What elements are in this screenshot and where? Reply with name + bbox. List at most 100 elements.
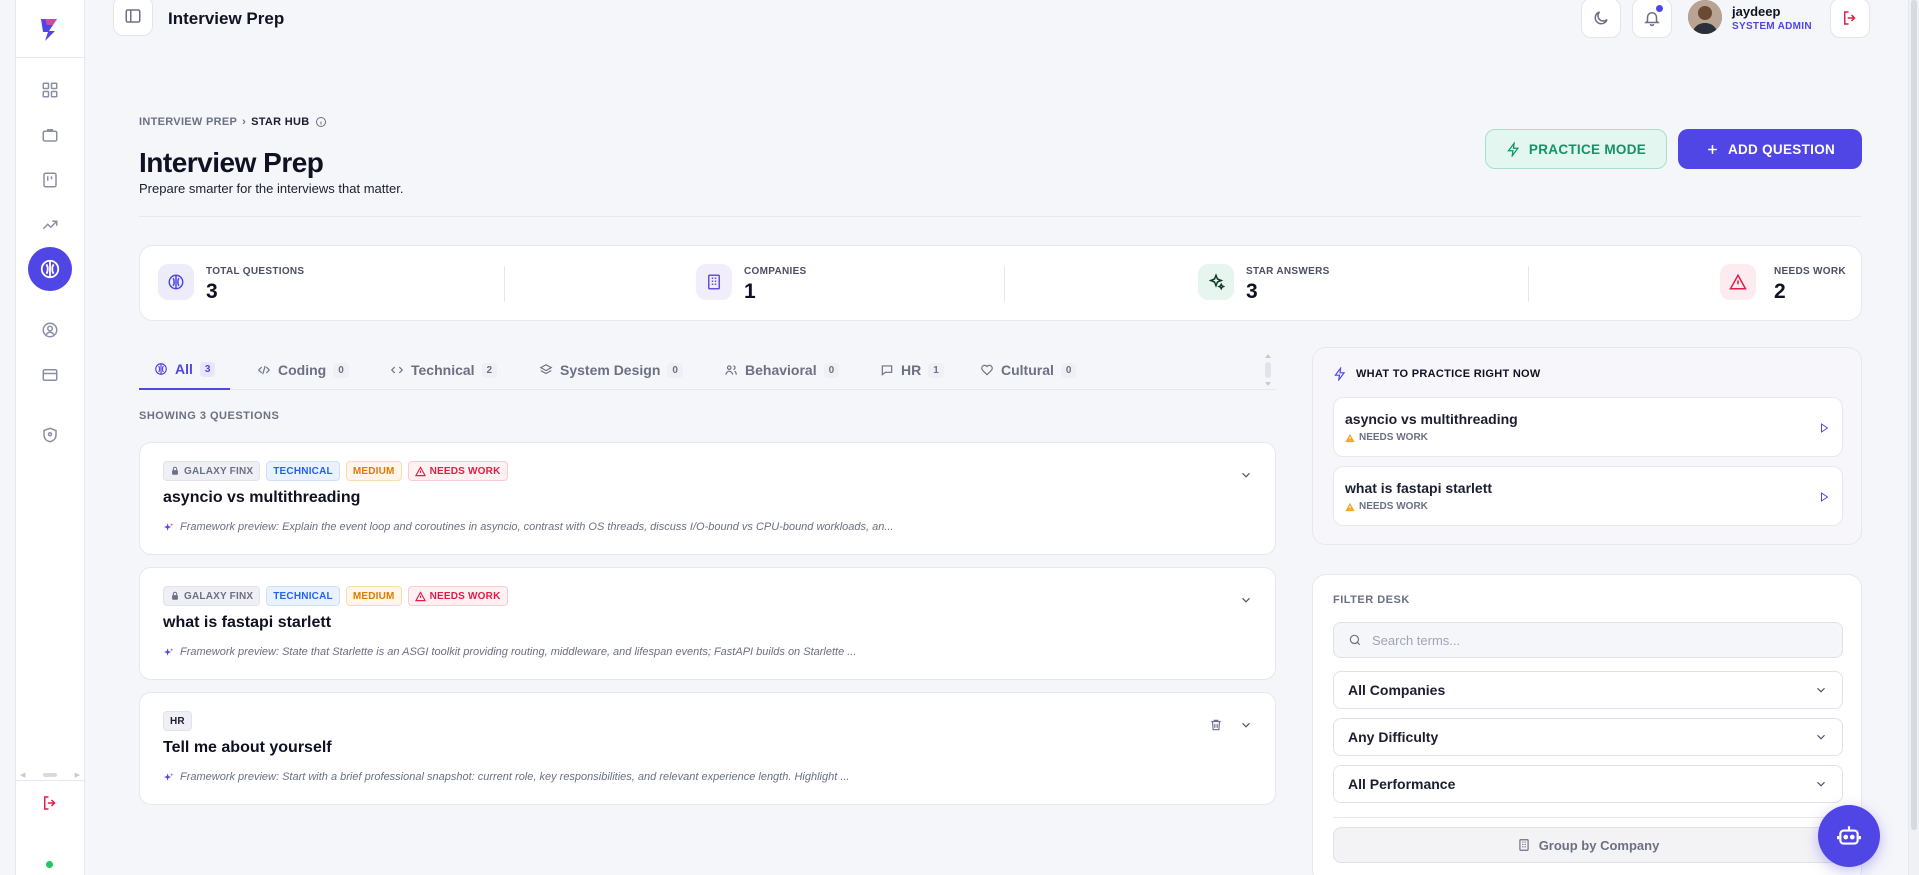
tab-behavioral[interactable]: Behavioral 0 bbox=[724, 350, 840, 390]
tabs-scroll-indicator[interactable] bbox=[1263, 352, 1273, 388]
difficulty-select-value: Any Difficulty bbox=[1348, 729, 1439, 745]
message-icon bbox=[881, 365, 893, 376]
question-title: asyncio vs multithreading bbox=[163, 489, 361, 506]
nav-jobs[interactable] bbox=[16, 115, 84, 155]
search-input-wrapper[interactable] bbox=[1333, 622, 1843, 658]
warning-icon bbox=[1345, 502, 1355, 511]
topbar-logout-button[interactable] bbox=[1830, 0, 1870, 38]
question-title: what is fastapi starlett bbox=[163, 614, 332, 631]
results-count: SHOWING 3 QUESTIONS bbox=[139, 410, 280, 422]
tab-label: Technical bbox=[411, 362, 475, 378]
tab-count: 0 bbox=[667, 362, 683, 378]
building-icon bbox=[708, 274, 720, 290]
breadcrumb: INTERVIEW PREP › STAR HUB bbox=[139, 116, 327, 128]
app-logo[interactable] bbox=[16, 0, 84, 58]
type-tag: TECHNICAL bbox=[266, 586, 340, 606]
theme-toggle-button[interactable] bbox=[1581, 0, 1621, 38]
warning-icon bbox=[414, 465, 426, 476]
tab-label: Behavioral bbox=[745, 362, 817, 378]
header-divider bbox=[139, 216, 1861, 217]
warning-icon bbox=[1345, 433, 1355, 442]
question-card[interactable]: HR Tell me about yourself Framework prev… bbox=[139, 692, 1276, 805]
tab-coding[interactable]: Coding 0 bbox=[257, 350, 349, 390]
logout-icon bbox=[44, 796, 56, 810]
nav-security[interactable] bbox=[16, 415, 84, 455]
question-tags: GALAXY FINX TECHNICAL MEDIUM NEEDS WORK bbox=[163, 586, 508, 606]
type-tag: TECHNICAL bbox=[266, 461, 340, 481]
tab-system-design[interactable]: System Design 0 bbox=[539, 350, 683, 390]
notifications-button[interactable] bbox=[1632, 0, 1672, 38]
tab-label: System Design bbox=[560, 362, 661, 378]
moon-icon bbox=[1594, 11, 1608, 25]
expand-button[interactable] bbox=[1239, 468, 1253, 482]
notification-dot bbox=[1656, 5, 1663, 12]
toggle-sidebar-button[interactable] bbox=[113, 0, 153, 36]
nav-analytics[interactable] bbox=[16, 205, 84, 245]
practice-item-title: asyncio vs multithreading bbox=[1345, 411, 1518, 427]
assistant-button[interactable] bbox=[1818, 805, 1880, 867]
tab-count: 0 bbox=[1060, 362, 1077, 378]
company-select[interactable]: All Companies bbox=[1333, 671, 1843, 709]
status-badge: NEEDS WORK bbox=[407, 586, 508, 606]
difficulty-select[interactable]: Any Difficulty bbox=[1333, 718, 1843, 756]
nav-interview-prep[interactable] bbox=[16, 247, 84, 291]
bolt-icon bbox=[1507, 141, 1520, 157]
add-question-label: ADD QUESTION bbox=[1727, 141, 1836, 157]
question-card[interactable]: GALAXY FINX TECHNICAL MEDIUM NEEDS WORK … bbox=[139, 442, 1276, 555]
tab-count: 2 bbox=[481, 362, 498, 378]
tab-hr[interactable]: HR 1 bbox=[880, 350, 944, 390]
play-icon bbox=[1821, 492, 1829, 502]
stat-needs-work: NEEDS WORK 2 bbox=[1720, 264, 1846, 304]
practice-item[interactable]: asyncio vs multithreading NEEDS WORK bbox=[1333, 397, 1843, 457]
company-tag: GALAXY FINX bbox=[163, 461, 261, 481]
stat-star-answers: STAR ANSWERS 3 bbox=[1198, 264, 1330, 304]
practice-mode-button[interactable]: PRACTICE MODE bbox=[1485, 129, 1667, 169]
stat-value: 2 bbox=[1774, 280, 1786, 303]
nav-billing[interactable] bbox=[16, 355, 84, 395]
avatar-image bbox=[1688, 0, 1722, 34]
performance-select-value: All Performance bbox=[1348, 776, 1456, 792]
expand-button[interactable] bbox=[1239, 718, 1253, 732]
start-practice-button[interactable] bbox=[1818, 422, 1830, 434]
group-by-company-button[interactable]: Group by Company bbox=[1333, 827, 1843, 863]
nav-profile[interactable] bbox=[16, 310, 84, 350]
sidebar-scrollbar[interactable]: ◀ ▶ bbox=[20, 771, 80, 779]
nav-dashboard[interactable] bbox=[16, 70, 84, 110]
tab-label: All bbox=[175, 361, 193, 377]
logout-icon bbox=[1844, 11, 1856, 25]
nav-board[interactable] bbox=[16, 160, 84, 200]
performance-select[interactable]: All Performance bbox=[1333, 765, 1843, 803]
filter-desk-panel: FILTER DESK All Companies Any Difficulty… bbox=[1312, 574, 1862, 875]
status-badge: NEEDS WORK bbox=[407, 461, 508, 481]
page-scrollbar[interactable] bbox=[1908, 0, 1919, 875]
lock-icon bbox=[172, 591, 178, 600]
expand-button[interactable] bbox=[1239, 593, 1253, 607]
tab-cultural[interactable]: Cultural 0 bbox=[980, 350, 1077, 390]
practice-item[interactable]: what is fastapi starlett NEEDS WORK bbox=[1333, 466, 1843, 526]
practice-now-header: WHAT TO PRACTICE RIGHT NOW bbox=[1333, 367, 1541, 381]
plus-icon bbox=[1708, 144, 1717, 154]
stat-label: STAR ANSWERS bbox=[1246, 266, 1330, 277]
question-tags: HR bbox=[163, 711, 192, 731]
page-scrollbar-thumb[interactable] bbox=[1911, 0, 1917, 830]
start-practice-button[interactable] bbox=[1818, 491, 1830, 503]
delete-button[interactable] bbox=[1209, 718, 1223, 732]
search-input[interactable] bbox=[1372, 632, 1812, 648]
practice-now-title: WHAT TO PRACTICE RIGHT NOW bbox=[1356, 368, 1541, 380]
logout-button[interactable] bbox=[16, 794, 84, 812]
tab-all[interactable]: All 3 bbox=[139, 350, 231, 390]
info-icon[interactable] bbox=[315, 116, 327, 128]
tab-technical[interactable]: Technical 2 bbox=[390, 350, 498, 390]
question-card[interactable]: GALAXY FINX TECHNICAL MEDIUM NEEDS WORK … bbox=[139, 567, 1276, 680]
breadcrumb-separator: › bbox=[242, 116, 247, 128]
difficulty-tag: MEDIUM bbox=[345, 586, 402, 606]
breadcrumb-parent[interactable]: INTERVIEW PREP bbox=[139, 116, 237, 128]
avatar[interactable] bbox=[1688, 0, 1722, 34]
logo-icon bbox=[41, 18, 57, 41]
user-name: jaydeep bbox=[1732, 4, 1781, 19]
stat-label: NEEDS WORK bbox=[1774, 266, 1846, 277]
add-question-button[interactable]: ADD QUESTION bbox=[1678, 129, 1862, 169]
practice-mode-label: PRACTICE MODE bbox=[1528, 141, 1647, 157]
warning-icon bbox=[414, 590, 426, 601]
users-icon bbox=[725, 365, 737, 375]
